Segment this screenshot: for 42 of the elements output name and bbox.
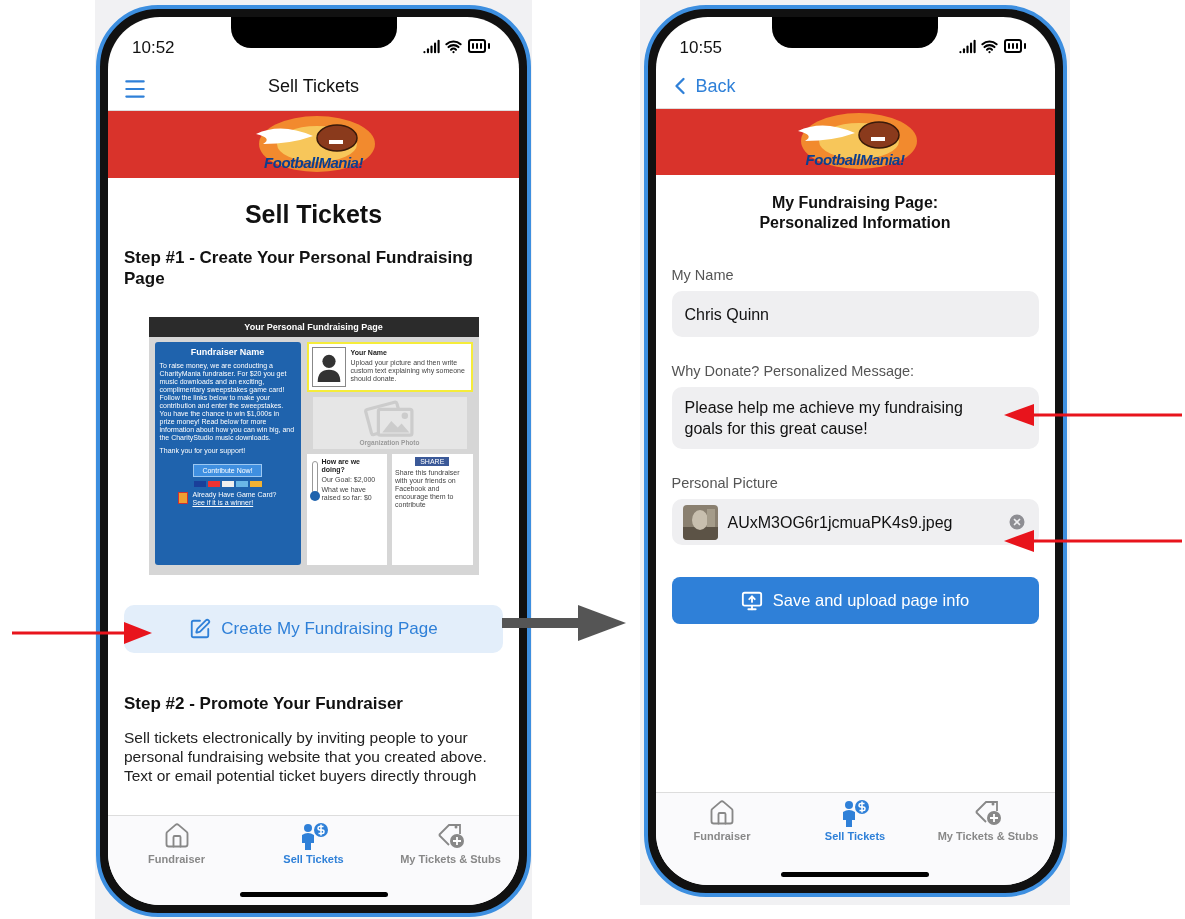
step-description: Sell tickets electronically by inviting people to your personal fundraising website that you created above. Text or email potential ticket buyers directly through [124,728,488,785]
signal-icon [958,37,976,55]
tag-plus-icon [973,799,1003,827]
fundraiser-name: Fundraiser Name [190,347,265,357]
field-label: My Name [671,267,735,283]
tab[interactable]: My Tickets & Stubs [921,799,1055,842]
preview-title: Your Personal Fundraising Page [148,317,479,337]
monitor-upload-icon [740,589,763,612]
step-heading: Step #1 - Create Your Personal Fundraising Page [124,247,474,289]
game-card-icon [178,492,189,505]
back-button[interactable]: Back [665,72,736,100]
home-icon [708,799,736,827]
logo-wordmark: FootballMania! [264,153,363,171]
field-label: Personal Picture [671,475,779,491]
signal-icon [423,37,440,55]
input-field[interactable]: Please help me achieve my fundraising goals for this great cause! [671,387,1039,449]
tab[interactable]: My Tickets & Stubs [382,822,519,865]
clear-icon[interactable] [1006,512,1027,532]
status-time: 10:52 [132,38,175,58]
input-field[interactable]: Chris Quinn [671,291,1039,337]
field-label: Why Donate? Personalized Message: [671,363,916,379]
nav-title: Sell Tickets [268,75,359,97]
create-page-button[interactable]: Create My Fundraising Page [124,605,503,653]
thermometer-icon [309,461,320,501]
tab[interactable]: Sell Tickets [245,822,382,865]
edit-icon [189,618,212,640]
step-heading: Step #2 - Promote Your Fundraiser [124,693,404,714]
wifi-icon [445,37,462,55]
tab[interactable]: Sell Tickets [788,799,922,842]
avatar-icon [311,347,346,387]
logo-wordmark: FootballMania! [805,151,905,168]
tab[interactable]: Fundraiser [655,799,789,842]
payment-cards-icon [193,480,262,487]
person-dollar-icon [840,799,870,827]
wifi-icon [980,37,998,55]
page-heading: Sell Tickets [243,200,384,229]
save-button[interactable]: Save and upload page info [671,577,1039,624]
picture-field[interactable]: AUxM3OG6r1jcmuaPK4s9.jpeg [671,499,1039,545]
tag-plus-icon [435,822,466,850]
tab[interactable]: Fundraiser [108,822,245,865]
status-time: 10:55 [679,38,723,58]
form-title: My Fundraising Page: Personalized Information [758,193,952,233]
